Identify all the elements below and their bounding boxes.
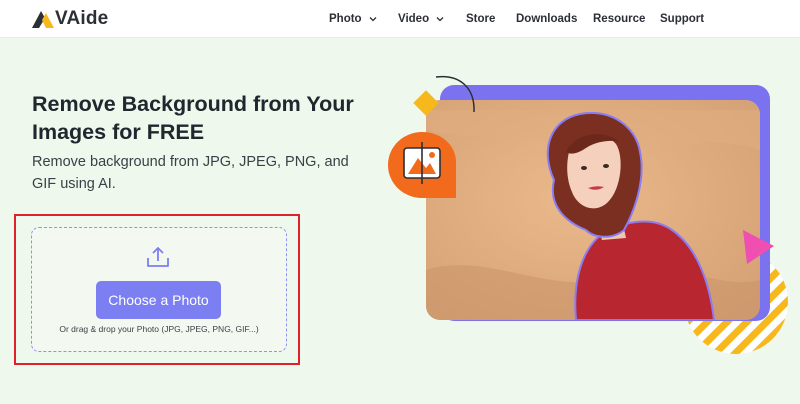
nav-video[interactable]: Video [398,0,444,38]
site-header: VAide Photo Video Store Downloads Resour… [0,0,800,38]
nav-photo-label: Photo [329,13,362,25]
nav-resource[interactable]: Resource [593,0,645,38]
logo-text: VAide [55,8,109,29]
page-title: Remove Background from Your Images for F… [32,92,354,144]
nav-store-label: Store [466,13,496,25]
image-badge-icon [388,132,456,198]
nav-downloads-label: Downloads [516,13,578,25]
site-logo[interactable]: VAide [32,8,108,30]
avaide-logo-icon [32,11,54,28]
drag-drop-hint: Or drag & drop your Photo (JPG, JPEG, PN… [59,324,259,334]
nav-downloads[interactable]: Downloads [516,0,577,38]
hero-illustration [388,75,788,354]
nav-support-label: Support [660,13,705,25]
nav-support[interactable]: Support [660,0,704,38]
nav-video-label: Video [398,13,430,25]
nav-photo[interactable]: Photo [329,0,377,38]
page-subtitle: Remove background from JPG, JPEG, PNG, a… [32,154,349,192]
choose-photo-button[interactable]: Choose a Photo [96,281,221,319]
nav-resource-label: Resource [593,13,646,25]
upload-icon [147,247,169,267]
chevron-down-icon [369,17,377,22]
sample-photo [426,100,760,320]
nav-store[interactable]: Store [466,0,495,38]
chevron-down-icon [436,17,444,22]
